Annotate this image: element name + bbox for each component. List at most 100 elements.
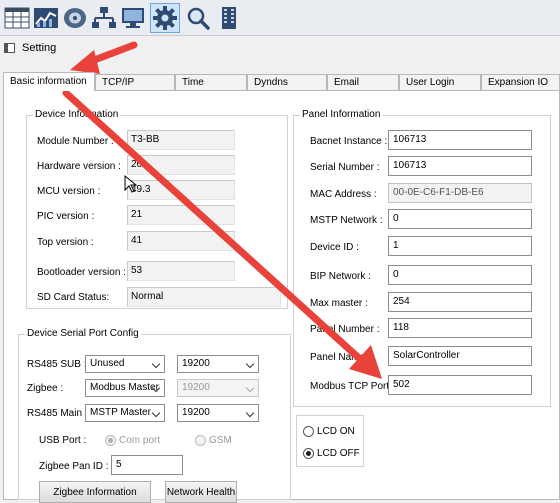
serial-number-label: Serial Number : <box>310 162 380 173</box>
tab-tcp-ip[interactable]: TCP/IP <box>95 74 175 90</box>
device-information-legend: Device Information <box>33 109 121 120</box>
panel-number-input[interactable]: 118 <box>388 318 532 338</box>
bip-network-label: BIP Network : <box>310 271 371 282</box>
zigbee-pan-id-input[interactable]: 5 <box>111 455 183 475</box>
rs485-sub-baud-select[interactable]: 19200 <box>177 355 259 373</box>
serial-port-config-group: Device Serial Port Config RS485 SUB : Un… <box>18 328 291 503</box>
window-icon <box>4 43 15 53</box>
device-id-label: Device ID : <box>310 242 359 253</box>
panel-name-label: Panel Name <box>310 352 366 363</box>
disc-icon <box>64 8 86 28</box>
toolbar <box>0 0 560 36</box>
rs485-sub-mode-value: Unused <box>90 358 125 369</box>
tab-time[interactable]: Time <box>175 74 247 90</box>
zigbee-mode-value: Modbus Master <box>90 382 159 393</box>
mac-address-input: 00-0E-C6-F1-DB-E6 <box>388 183 532 203</box>
tab-email[interactable]: Email <box>327 74 399 90</box>
chevron-down-icon <box>245 408 255 418</box>
magnifier-icon <box>187 7 210 30</box>
max-master-input[interactable]: 254 <box>388 292 532 312</box>
rs485-main-mode-value: MSTP Master <box>90 407 151 418</box>
bacnet-instance-label: Bacnet Instance : <box>310 136 388 147</box>
module-number-label: Module Number : <box>37 136 114 147</box>
rs485-main-label: RS485 Main : <box>27 408 88 419</box>
tab-user-login[interactable]: User Login <box>399 74 481 90</box>
hardware-version-label: Hardware version : <box>37 161 121 172</box>
gear-icon <box>153 6 177 30</box>
lcd-on-radio[interactable] <box>303 426 314 437</box>
toolbar-button-grid[interactable] <box>2 3 32 33</box>
zigbee-label: Zigbee : <box>27 383 64 394</box>
lcd-off-label: LCD OFF <box>317 448 360 459</box>
toolbar-button-monitor[interactable] <box>118 3 148 33</box>
toolbar-button-settings[interactable] <box>150 3 180 33</box>
toolbar-button-network[interactable] <box>89 3 119 33</box>
rs485-main-baud-value: 19200 <box>182 407 210 418</box>
serial-port-config-legend: Device Serial Port Config <box>25 328 141 339</box>
mac-address-label: MAC Address : <box>310 189 377 200</box>
window-title-bar: Setting <box>0 38 560 58</box>
toolbar-button-search[interactable] <box>183 3 213 33</box>
lcd-on-label: LCD ON <box>317 426 355 437</box>
monitor-icon <box>122 8 144 28</box>
pic-version-value: 21 <box>127 205 235 225</box>
rs485-main-baud-select[interactable]: 19200 <box>177 404 259 422</box>
com-port-label: Com port <box>119 435 161 446</box>
mcu-version-label: MCU version : <box>37 186 101 197</box>
chevron-down-icon <box>151 359 161 369</box>
tab-basic-information[interactable]: Basic information <box>3 72 95 91</box>
toolbar-button-building[interactable] <box>214 3 244 33</box>
zigbee-baud-value: 19200 <box>182 382 210 393</box>
modbus-tcp-port-input[interactable]: 502 <box>388 375 532 395</box>
top-version-value: 41 <box>127 231 235 251</box>
bootloader-version-label: Bootloader version : <box>37 267 126 278</box>
toolbar-button-chart[interactable] <box>31 3 61 33</box>
com-port-radio <box>105 435 116 446</box>
serial-number-input[interactable]: 106713 <box>388 156 532 176</box>
mstp-network-input[interactable]: 0 <box>388 209 532 229</box>
lcd-off-radio[interactable] <box>303 448 314 459</box>
gsm-radio <box>195 435 206 446</box>
panel-name-input[interactable]: SolarController <box>388 346 532 366</box>
chevron-down-icon <box>245 359 255 369</box>
pic-version-label: PIC version : <box>37 211 95 222</box>
modbus-tcp-port-label: Modbus TCP Port : <box>310 381 395 392</box>
rs485-main-mode-select[interactable]: MSTP Master <box>85 404 165 422</box>
tab-bar: Basic information TCP/IP Time Dyndns Ema… <box>3 72 560 91</box>
device-id-input[interactable]: 1 <box>388 236 532 256</box>
lcd-group: LCD ON LCD OFF <box>296 415 364 467</box>
building-icon <box>222 7 236 29</box>
chevron-down-icon <box>245 383 255 393</box>
zigbee-baud-select: 19200 <box>177 379 259 397</box>
max-master-label: Max master : <box>310 298 368 309</box>
window-title: Setting <box>22 42 57 54</box>
hardware-version-value: 26 <box>127 155 235 175</box>
toolbar-button-disc[interactable] <box>60 3 90 33</box>
tab-expansion-io[interactable]: Expansion IO <box>481 74 560 90</box>
rs485-sub-mode-select[interactable]: Unused <box>85 355 165 373</box>
tab-dyndns[interactable]: Dyndns <box>247 74 327 90</box>
bootloader-version-value: 53 <box>127 261 235 281</box>
device-information-group: Device Information Module Number : T3-BB… <box>26 109 288 309</box>
module-number-value: T3-BB <box>127 130 235 150</box>
panel-information-legend: Panel Information <box>300 109 383 120</box>
rs485-sub-label: RS485 SUB : <box>27 359 87 370</box>
mstp-network-label: MSTP Network : <box>310 215 383 226</box>
panel-information-group: Panel Information Bacnet Instance : 1067… <box>293 109 551 407</box>
panel-number-label: Panel Number : <box>310 324 380 335</box>
chevron-down-icon <box>151 408 161 418</box>
sd-card-status-value: Normal <box>127 287 281 307</box>
rs485-sub-baud-value: 19200 <box>182 358 210 369</box>
gsm-label: GSM <box>209 435 232 446</box>
network-icon <box>92 7 116 28</box>
grid-icon <box>4 7 30 29</box>
zigbee-pan-id-label: Zigbee Pan ID : <box>39 461 109 472</box>
zigbee-mode-select[interactable]: Modbus Master <box>85 379 165 397</box>
mcu-version-value: 49.3 <box>127 180 235 200</box>
chart-icon <box>34 8 58 28</box>
bacnet-instance-input[interactable]: 106713 <box>388 130 532 150</box>
usb-port-label: USB Port : <box>39 435 87 446</box>
bip-network-input[interactable]: 0 <box>388 265 532 285</box>
sd-card-status-label: SD Card Status: <box>37 292 110 303</box>
top-version-label: Top version : <box>37 237 94 248</box>
